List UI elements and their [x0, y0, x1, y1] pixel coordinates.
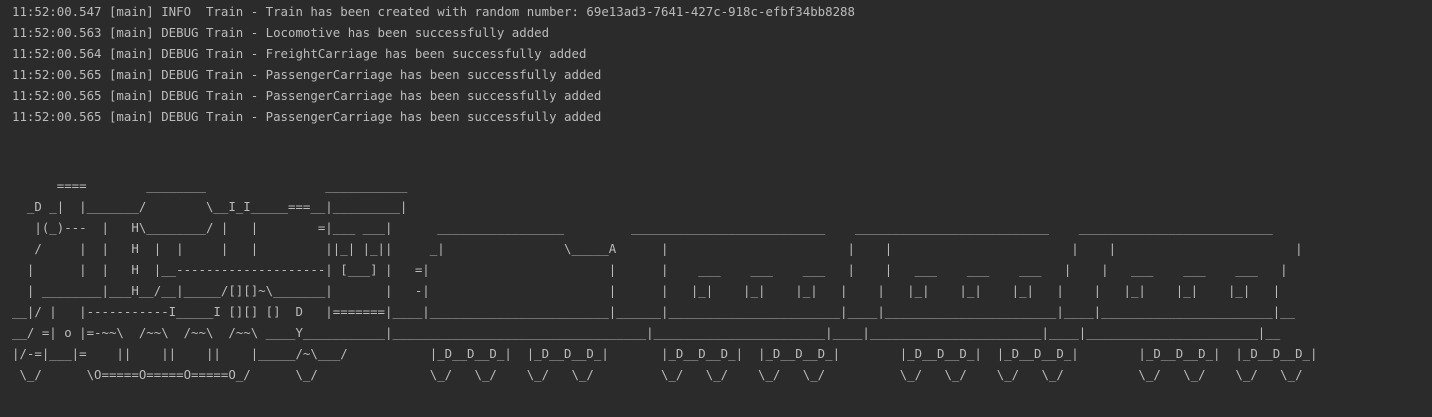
blank-lines — [12, 127, 1432, 169]
ascii-art-line: | | | H |__--------------------| [___] |… — [12, 262, 1288, 277]
ascii-art-line: |(_)--- | H\________/ | | =|___ ___| ___… — [12, 220, 1273, 235]
ascii-art-line: __|/ | |-----------I_____I [][] [] D |==… — [12, 304, 1296, 319]
ascii-art-line: |/-=|___|= || || || |_____/~\___/ |_D__D… — [12, 346, 1318, 361]
ascii-train-art: ==== ________ ___________ _D _| |_______… — [12, 175, 1432, 385]
log-line: 11:52:00.565 [main] DEBUG Train - Passen… — [12, 109, 602, 124]
ascii-art-line: __/ =| o |=-~~\ /~~\ /~~\ /~~\ ____Y____… — [12, 325, 1281, 340]
ascii-art-line: / | | H | | | | ||_| |_|| _| \_____A | |… — [12, 241, 1303, 256]
log-line: 11:52:00.563 [main] DEBUG Train - Locomo… — [12, 25, 550, 40]
log-line: 11:52:00.564 [main] DEBUG Train - Freigh… — [12, 46, 587, 61]
log-line: 11:52:00.565 [main] DEBUG Train - Passen… — [12, 67, 602, 82]
ascii-art-line: ==== ________ ___________ — [12, 178, 408, 193]
ascii-art-line: _D _| |_______/ \__I_I_____===__|_______… — [12, 199, 408, 214]
log-line: 11:52:00.565 [main] DEBUG Train - Passen… — [12, 88, 602, 103]
ascii-art-line: \_/ \O=====O=====O=====O_/ \_/ \_/ \_/ \… — [12, 367, 1303, 382]
log-line: 11:52:00.547 [main] INFO Train - Train h… — [12, 4, 855, 19]
log-output: 11:52:00.547 [main] INFO Train - Train h… — [12, 1, 1432, 127]
ascii-art-line: | ________|___H__/__|_____/[][]~\_______… — [12, 283, 1281, 298]
console-output[interactable]: 11:52:00.547 [main] INFO Train - Train h… — [0, 0, 1432, 417]
